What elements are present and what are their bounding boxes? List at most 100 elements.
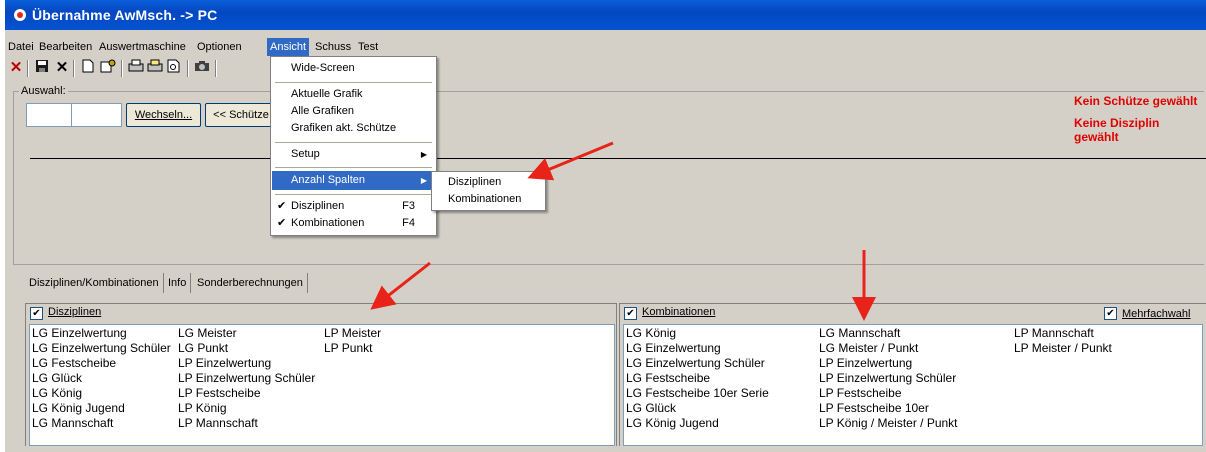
- print-icon[interactable]: [127, 59, 145, 77]
- kombinationen-panel: ✔ Kombinationen ✔ Mehrfachwahl LG König …: [619, 303, 1206, 446]
- menu-datei[interactable]: Datei: [5, 38, 37, 56]
- menu-item-kombinationen[interactable]: ✔ Kombinationen F4: [272, 214, 435, 233]
- list-item[interactable]: LP König: [178, 401, 315, 416]
- list-item[interactable]: LG Festscheibe: [626, 371, 769, 386]
- menu-separator: [275, 142, 432, 143]
- list-item[interactable]: LG Punkt: [178, 341, 315, 356]
- toolbar-separator: [121, 60, 123, 77]
- tab-info[interactable]: Info: [164, 273, 192, 293]
- list-item[interactable]: LG Einzelwertung: [32, 326, 171, 341]
- list-item[interactable]: LG König Jugend: [626, 416, 769, 431]
- menu-item-label: Alle Grafiken: [291, 105, 354, 117]
- menu-item-setup[interactable]: Setup ▶: [272, 145, 435, 164]
- camera-icon[interactable]: [193, 59, 211, 77]
- no-discipline-status: Keine Disziplin gewählt: [1074, 116, 1160, 144]
- list-item[interactable]: LG Mannschaft: [819, 326, 958, 341]
- list-item[interactable]: LG Glück: [626, 401, 769, 416]
- no-shooter-status: Kein Schütze gewählt: [1074, 94, 1198, 108]
- print-preview-icon[interactable]: [165, 59, 183, 77]
- app-icon: [14, 9, 26, 21]
- menu-auswertmaschine[interactable]: Auswertmaschine: [96, 38, 189, 56]
- save-icon[interactable]: [33, 59, 51, 77]
- delete-icon[interactable]: ✕: [53, 59, 71, 77]
- new-file-icon[interactable]: [79, 59, 97, 77]
- menu-item-label: Setup: [291, 148, 320, 160]
- toolbar-separator: [73, 60, 75, 77]
- wechseln-label: Wechseln...: [134, 109, 193, 121]
- prev-shooter-button[interactable]: << Schütze: [205, 103, 277, 127]
- menu-bar: Datei Bearbeiten Auswertmaschine Optione…: [5, 38, 1206, 56]
- list-item[interactable]: LP Festscheibe: [819, 386, 958, 401]
- list-item[interactable]: LP Meister: [324, 326, 381, 341]
- kombinationen-list[interactable]: LG König LG Einzelwertung LG Einzelwertu…: [623, 324, 1203, 446]
- tab-disziplinen-kombinationen[interactable]: Disziplinen/Kombinationen: [25, 273, 164, 293]
- disziplinen-list[interactable]: LG Einzelwertung LG Einzelwertung Schüle…: [29, 324, 615, 446]
- list-item[interactable]: LP Einzelwertung: [819, 356, 958, 371]
- kombinationen-checkbox[interactable]: ✔: [624, 307, 637, 320]
- list-item[interactable]: LG Einzelwertung Schüler: [32, 341, 171, 356]
- shooter-id-field[interactable]: [26, 103, 72, 127]
- checkmark-icon: ✔: [277, 217, 287, 229]
- menu-item-label: Wide-Screen: [291, 62, 355, 74]
- submenu-arrow-icon: ▶: [420, 150, 427, 159]
- menu-item-anzahl-spalten[interactable]: Anzahl Spalten ▶: [272, 171, 435, 190]
- graphic-divider: [30, 158, 1206, 159]
- anzahl-spalten-submenu: Disziplinen Kombinationen: [431, 171, 546, 211]
- ansicht-dropdown-menu: Wide-Screen Aktuelle Grafik Alle Grafike…: [270, 56, 437, 236]
- mehrfachwahl-checkbox[interactable]: ✔: [1104, 307, 1117, 320]
- list-item[interactable]: LG Meister: [178, 326, 315, 341]
- list-item[interactable]: LP König / Meister / Punkt: [819, 416, 958, 431]
- menu-item-label: Disziplinen: [448, 176, 502, 188]
- application-window: Übernahme AwMsch. -> PC Datei Bearbeiten…: [5, 0, 1206, 452]
- disziplinen-checkbox[interactable]: ✔: [30, 307, 43, 320]
- close-x-icon[interactable]: ✕: [7, 59, 25, 77]
- list-item[interactable]: LG Meister / Punkt: [819, 341, 958, 356]
- list-item[interactable]: LG Einzelwertung Schüler: [626, 356, 769, 371]
- menu-separator: [275, 194, 432, 195]
- list-item[interactable]: LP Einzelwertung Schüler: [819, 371, 958, 386]
- menu-item-label: Aktuelle Grafik: [291, 88, 363, 100]
- menu-bearbeiten[interactable]: Bearbeiten: [36, 38, 95, 56]
- list-item[interactable]: LG Einzelwertung: [626, 341, 769, 356]
- submenu-item-kombinationen[interactable]: Kombinationen: [432, 190, 545, 208]
- list-item[interactable]: LG König: [32, 386, 171, 401]
- menu-separator: [275, 167, 432, 168]
- shooter-name-field[interactable]: [71, 103, 122, 127]
- list-item[interactable]: LP Einzelwertung: [178, 356, 315, 371]
- disziplinen-panel: ✔ Disziplinen LG Einzelwertung LG Einzel…: [25, 303, 617, 446]
- tab-sonderberechnungen[interactable]: Sonderberechnungen: [193, 273, 308, 293]
- menu-item-grafiken-akt-schuetze[interactable]: Grafiken akt. Schütze: [272, 119, 435, 138]
- menu-item-wide-screen[interactable]: Wide-Screen: [272, 59, 435, 78]
- auswahl-label: Auswahl:: [19, 85, 68, 97]
- menu-ansicht[interactable]: Ansicht: [267, 38, 310, 56]
- menu-shortcut: F4: [402, 217, 415, 229]
- list-item[interactable]: LG Festscheibe 10er Serie: [626, 386, 769, 401]
- wechseln-button[interactable]: Wechseln...: [126, 103, 201, 127]
- list-item[interactable]: LG Glück: [32, 371, 171, 386]
- list-item[interactable]: LP Meister / Punkt: [1014, 341, 1112, 356]
- list-item[interactable]: LP Einzelwertung Schüler: [178, 371, 315, 386]
- menu-optionen[interactable]: Optionen: [194, 38, 245, 56]
- disziplinen-label: Disziplinen: [48, 306, 102, 318]
- list-item[interactable]: LP Festscheibe 10er: [819, 401, 958, 416]
- menu-item-label: Kombinationen: [448, 193, 522, 205]
- list-item[interactable]: LP Mannschaft: [1014, 326, 1112, 341]
- list-item[interactable]: LG Festscheibe: [32, 356, 171, 371]
- kombinationen-label: Kombinationen: [642, 306, 716, 318]
- submenu-item-disziplinen[interactable]: Disziplinen: [432, 173, 545, 191]
- list-item[interactable]: LG König Jugend: [32, 401, 171, 416]
- menu-item-label: Disziplinen: [291, 200, 345, 212]
- menu-item-label: Kombinationen: [291, 217, 365, 229]
- list-item[interactable]: LP Punkt: [324, 341, 381, 356]
- list-item[interactable]: LG Mannschaft: [32, 416, 171, 431]
- list-item[interactable]: LP Festscheibe: [178, 386, 315, 401]
- print-setup-icon[interactable]: [146, 59, 164, 77]
- toolbar-separator: [215, 60, 217, 77]
- list-item[interactable]: LG König: [626, 326, 769, 341]
- title-bar[interactable]: Übernahme AwMsch. -> PC: [5, 0, 1206, 30]
- menu-test[interactable]: Test: [355, 38, 381, 56]
- list-item[interactable]: LP Mannschaft: [178, 416, 315, 431]
- menu-schuss[interactable]: Schuss: [312, 38, 354, 56]
- menu-separator: [275, 82, 432, 83]
- fields-icon[interactable]: [99, 59, 117, 77]
